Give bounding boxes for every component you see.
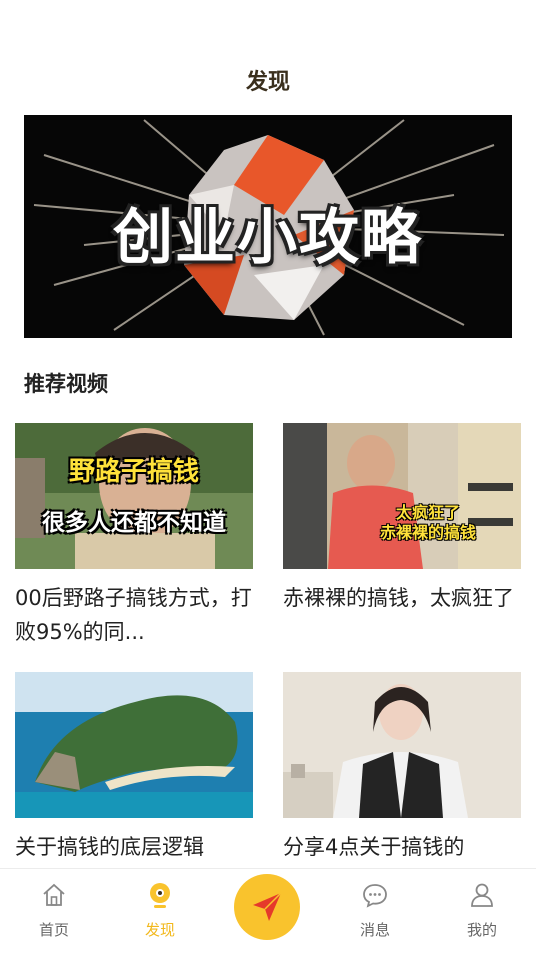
video-card[interactable]: 分享4点关于搞钱的 — [283, 672, 521, 864]
profile-icon — [471, 883, 493, 907]
tab-label: 发现 — [144, 921, 175, 939]
video-card[interactable]: 关于搞钱的底层逻辑 — [15, 672, 253, 864]
video-thumbnail: 太疯狂了 赤裸裸的搞钱 — [283, 423, 521, 569]
tab-label: 消息 — [359, 921, 390, 939]
video-thumbnail — [283, 672, 521, 818]
banner-title: 创业小攻略 — [113, 203, 423, 273]
tab-messages[interactable]: 消息 — [335, 869, 415, 953]
video-caption-line2: 很多人还都不知道 — [42, 510, 226, 536]
video-title: 赤裸裸的搞钱，太疯狂了 — [283, 586, 514, 610]
tab-label: 我的 — [466, 921, 497, 939]
video-title: 分享4点关于搞钱的 — [283, 835, 465, 859]
send-button[interactable] — [234, 874, 300, 940]
video-caption-line1: 野路子搞钱 — [68, 457, 199, 487]
video-thumbnail: 野路子搞钱 很多人还都不知道 — [15, 423, 253, 569]
video-title: 00后野路子搞钱方式，打败95%的同... — [15, 586, 252, 644]
video-caption-line2: 赤裸裸的搞钱 — [379, 523, 476, 542]
page-title: 发现 — [245, 70, 290, 95]
tab-profile[interactable]: 我的 — [442, 869, 522, 953]
discover-icon — [150, 883, 170, 908]
home-icon — [43, 883, 65, 906]
video-thumbnail — [15, 672, 253, 818]
tab-label: 首页 — [38, 921, 69, 939]
video-title: 关于搞钱的底层逻辑 — [15, 835, 204, 859]
send-icon — [253, 892, 282, 921]
banner[interactable]: 创业小攻略 — [24, 115, 512, 338]
section-title: 推荐视频 — [24, 372, 108, 396]
tab-home[interactable]: 首页 — [14, 869, 94, 953]
video-card[interactable]: 野路子搞钱 很多人还都不知道 00后野路子搞钱方式，打败95%的同... — [15, 423, 253, 649]
message-icon — [363, 884, 387, 908]
video-card[interactable]: 太疯狂了 赤裸裸的搞钱 赤裸裸的搞钱，太疯狂了 — [283, 423, 521, 615]
tab-discover[interactable]: 发现 — [120, 869, 200, 953]
